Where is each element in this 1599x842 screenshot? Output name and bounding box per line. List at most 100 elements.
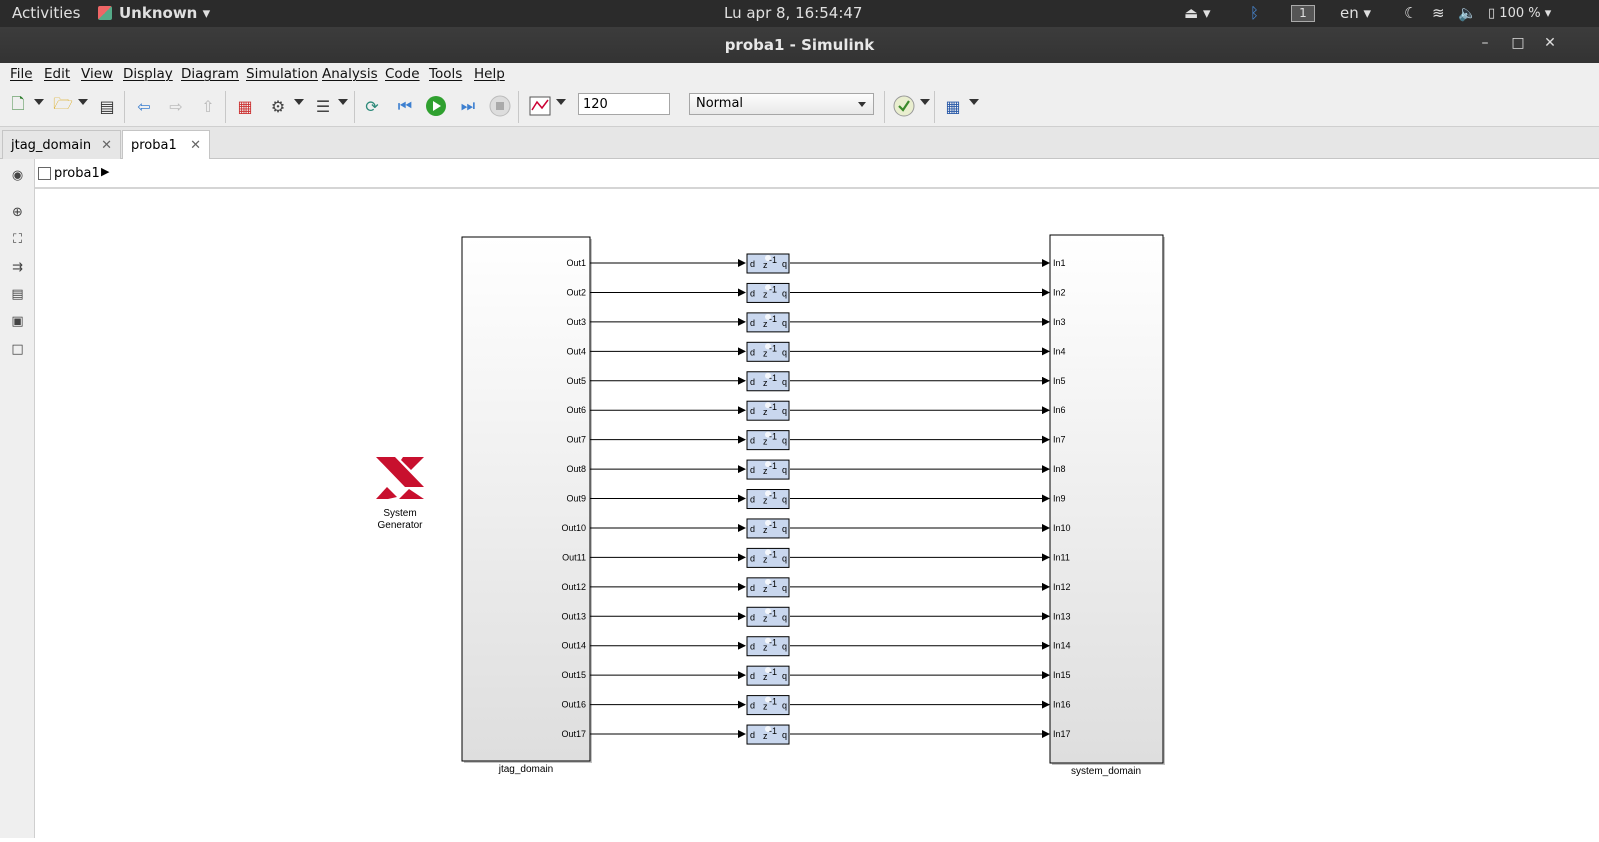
- maximize-button[interactable]: □: [1508, 35, 1528, 55]
- breadcrumb-model[interactable]: proba1: [54, 166, 100, 181]
- volume-icon[interactable]: 🔈: [1458, 4, 1477, 22]
- delay-block[interactable]: d z -1 q: [746, 282, 790, 303]
- delay-block[interactable]: d z -1 q: [746, 253, 790, 274]
- output-port-label: Out15: [561, 670, 586, 680]
- up-arrow-icon[interactable]: ⇧: [196, 94, 220, 118]
- delay-input-label: d: [750, 288, 755, 298]
- build-model-icon[interactable]: ▦: [941, 94, 965, 118]
- open-folder-icon[interactable]: 🗁: [51, 94, 75, 118]
- delay-block[interactable]: d z -1 q: [746, 665, 790, 686]
- tab-jtag-domain[interactable]: jtag_domain ✕: [2, 130, 121, 159]
- menu-help[interactable]: Help: [474, 66, 505, 82]
- delay-exponent-label: -1: [769, 667, 777, 677]
- signal-lines[interactable]: [590, 259, 1050, 739]
- diagram-canvas[interactable]: System Generator jtag_domain Out1 Out2 Out…: [35, 189, 1599, 838]
- clock[interactable]: Lu apr 8, 16:54:47: [724, 4, 862, 22]
- zoom-icon[interactable]: ⊕: [9, 204, 26, 221]
- delay-block[interactable]: d z -1 q: [746, 430, 790, 451]
- open-dropdown-icon[interactable]: [78, 99, 88, 105]
- library-browser-icon[interactable]: ▦: [233, 94, 257, 118]
- menu-code[interactable]: Code: [385, 66, 420, 82]
- eject-icon[interactable]: ⏏ ▾: [1184, 4, 1210, 22]
- delay-block[interactable]: d z -1 q: [746, 518, 790, 539]
- inspector-dropdown-icon[interactable]: [556, 99, 566, 105]
- delay-exponent-label: -1: [769, 432, 777, 442]
- activities-button[interactable]: Activities: [12, 4, 80, 22]
- delay-block[interactable]: d z -1 q: [746, 341, 790, 362]
- menu-view[interactable]: View: [81, 66, 113, 82]
- update-diagram-icon[interactable]: ⟳: [360, 94, 384, 118]
- close-tab-icon[interactable]: ✕: [190, 138, 201, 153]
- new-model-icon[interactable]: 🗋: [6, 94, 30, 118]
- fit-view-icon[interactable]: ⛶: [9, 231, 26, 248]
- image-icon[interactable]: ▣: [9, 313, 26, 330]
- check-icon: [893, 95, 915, 117]
- minimize-button[interactable]: –: [1475, 35, 1495, 55]
- tab-proba1[interactable]: proba1 ✕: [122, 130, 210, 159]
- menu-diagram[interactable]: Diagram: [181, 66, 239, 82]
- delay-block[interactable]: d z -1 q: [746, 312, 790, 333]
- model-explorer-icon[interactable]: ☰: [311, 94, 335, 118]
- token-label-line2: Generator: [377, 520, 423, 531]
- stop-time-input[interactable]: [578, 93, 670, 115]
- jtag-domain-label: jtag_domain: [498, 764, 553, 775]
- back-arrow-icon[interactable]: ⇦: [132, 94, 156, 118]
- delay-block[interactable]: d z -1 q: [746, 547, 790, 568]
- breadcrumb-arrow-icon[interactable]: ▶: [101, 165, 109, 178]
- run-button[interactable]: [424, 94, 448, 118]
- stop-button[interactable]: [488, 94, 512, 118]
- breadcrumb: proba1 ▶: [35, 159, 1599, 189]
- menu-display[interactable]: Display: [123, 66, 173, 82]
- delay-block[interactable]: d z -1 q: [746, 371, 790, 392]
- area-icon[interactable]: □: [9, 341, 26, 358]
- route-lines-icon[interactable]: ⇉: [9, 259, 26, 276]
- wifi-icon[interactable]: ≋: [1432, 4, 1445, 22]
- toolbar-separator: [124, 91, 125, 123]
- save-icon[interactable]: ▤: [95, 94, 119, 118]
- simulink-diagram[interactable]: System Generator jtag_domain Out1 Out2 Out…: [35, 189, 1599, 838]
- data-inspector-button[interactable]: [528, 94, 552, 118]
- advisor-dropdown-icon[interactable]: [920, 99, 930, 105]
- menu-analysis[interactable]: Analysis: [322, 66, 378, 82]
- close-tab-icon[interactable]: ✕: [101, 138, 112, 153]
- step-forward-icon[interactable]: ⏭: [456, 94, 480, 118]
- workspace-indicator[interactable]: 1: [1291, 5, 1315, 22]
- delay-block[interactable]: d z -1 q: [746, 459, 790, 480]
- menu-simulation[interactable]: Simulation: [246, 66, 318, 82]
- model-advisor-button[interactable]: [892, 94, 916, 118]
- delay-block[interactable]: d z -1 q: [746, 606, 790, 627]
- step-back-icon[interactable]: ⏮: [393, 94, 417, 118]
- simulation-mode-select[interactable]: Normal: [689, 93, 874, 115]
- delay-blocks[interactable]: d z -1 qd z -1 qd z -1 qd z -1 qd z -1 qd z -1 qd z -1 qd z -1 q…: [746, 253, 790, 745]
- system-domain-block[interactable]: system_domain In1 In2 In3 In4 In5 In6 In7 In8 In…: [1049, 234, 1165, 777]
- close-button[interactable]: ✕: [1540, 35, 1560, 55]
- input-port-label: In13: [1053, 611, 1071, 621]
- settings-dropdown-icon[interactable]: [294, 99, 304, 105]
- battery-indicator[interactable]: ▯ 100 % ▾: [1488, 6, 1551, 21]
- new-dropdown-icon[interactable]: [34, 99, 44, 105]
- delay-block[interactable]: d z -1 q: [746, 724, 790, 745]
- delay-output-label: q: [782, 465, 787, 475]
- explorer-dropdown-icon[interactable]: [338, 99, 348, 105]
- language-menu[interactable]: en ▾: [1340, 4, 1371, 22]
- app-menu[interactable]: Unknown ▾: [119, 4, 210, 22]
- input-port-label: In15: [1053, 670, 1071, 680]
- menu-edit[interactable]: Edit: [44, 66, 70, 82]
- build-dropdown-icon[interactable]: [969, 99, 979, 105]
- annotation-icon[interactable]: ▤: [9, 286, 26, 303]
- delay-block[interactable]: d z -1 q: [746, 577, 790, 598]
- delay-operator-label: z: [763, 702, 768, 712]
- forward-arrow-icon[interactable]: ⇨: [164, 94, 188, 118]
- delay-block[interactable]: d z -1 q: [746, 695, 790, 716]
- settings-gear-icon[interactable]: ⚙: [266, 94, 290, 118]
- bluetooth-icon[interactable]: ᛒ: [1250, 4, 1259, 22]
- menu-tools[interactable]: Tools: [429, 66, 462, 82]
- delay-output-label: q: [782, 671, 787, 681]
- hide-browser-icon[interactable]: ◉: [9, 167, 26, 184]
- menu-file[interactable]: File: [10, 66, 33, 82]
- delay-block[interactable]: d z -1 q: [746, 400, 790, 421]
- delay-block[interactable]: d z -1 q: [746, 489, 790, 510]
- jtag-domain-block[interactable]: jtag_domain Out1 Out2 Out3 Out4 Out5 Out6 Out7…: [461, 236, 592, 775]
- delay-block[interactable]: d z -1 q: [746, 636, 790, 657]
- system-generator-token[interactable]: System Generator: [376, 457, 424, 531]
